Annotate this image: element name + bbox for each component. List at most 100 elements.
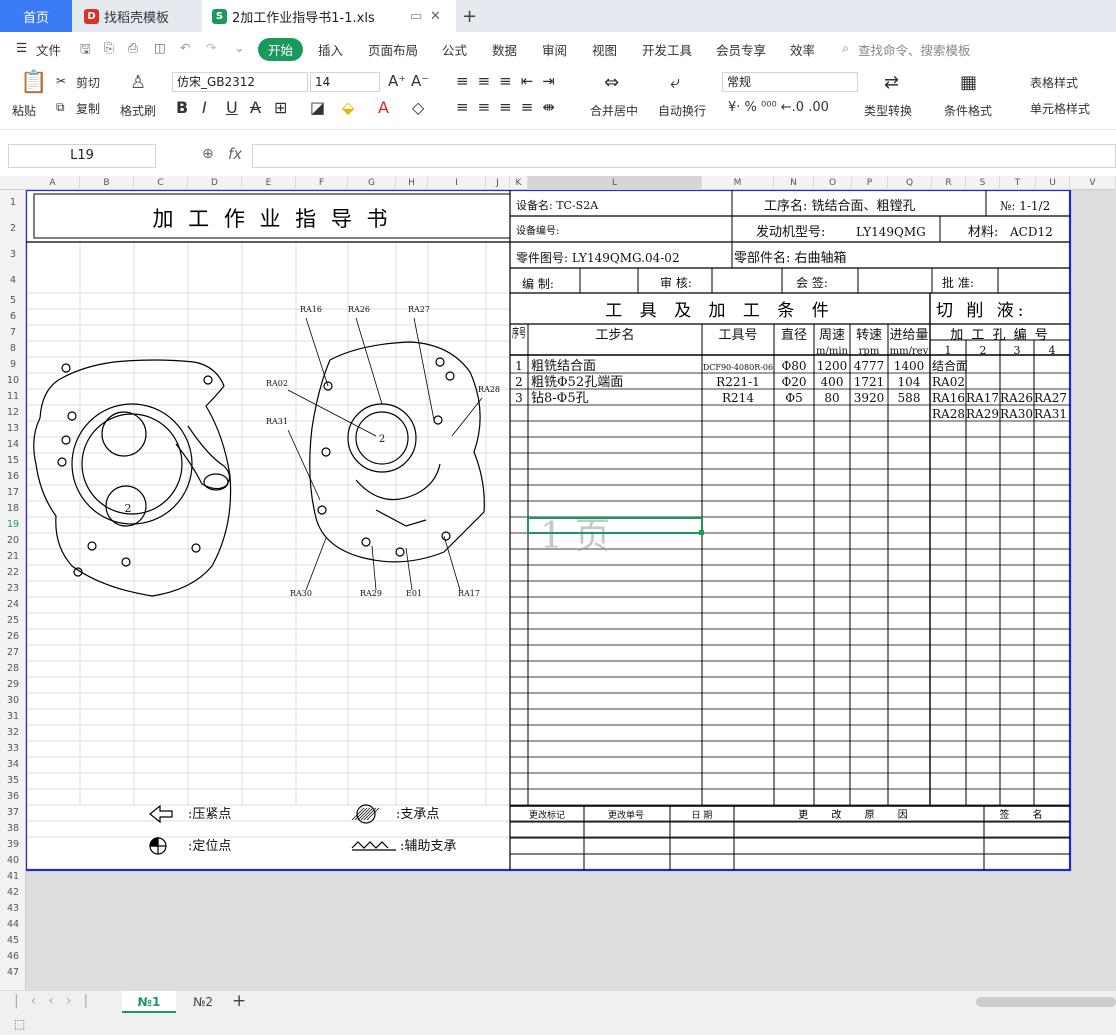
sheet-nav-icons[interactable]: |‹‹›| [14, 993, 100, 1009]
row-header[interactable]: 8 [0, 341, 26, 357]
column-header[interactable]: N [774, 176, 814, 190]
underline-icon[interactable]: U [226, 98, 238, 117]
cell-style-button[interactable]: 单元格样式 [1030, 100, 1090, 117]
row-header[interactable]: 25 [0, 613, 26, 629]
menu-member[interactable]: 会员专享 [716, 40, 766, 59]
number-format-select[interactable]: 常规 [722, 72, 858, 92]
cond-format-icon[interactable]: ▦ [960, 72, 977, 93]
row-header[interactable]: 11 [0, 389, 26, 405]
row-header[interactable]: 7 [0, 325, 26, 341]
column-header[interactable]: U [1036, 176, 1070, 190]
merge-icon[interactable]: ⇔ [604, 72, 619, 93]
row-header[interactable]: 38 [0, 821, 26, 837]
row-header[interactable]: 9 [0, 357, 26, 373]
font-color-icon[interactable]: A [378, 98, 389, 117]
column-header[interactable]: T [1000, 176, 1036, 190]
hamburger-icon[interactable]: ☰ [16, 40, 27, 55]
add-sheet-button[interactable]: + [232, 991, 246, 1011]
copy-button[interactable]: 复制 [76, 100, 100, 117]
number-icons[interactable]: ¥· % ⁰⁰⁰ ←.0 .00 [728, 100, 829, 115]
row-header[interactable]: 23 [0, 581, 26, 597]
row-header[interactable]: 24 [0, 597, 26, 613]
column-header[interactable]: D [188, 176, 242, 190]
row-header[interactable]: 37 [0, 805, 26, 821]
merge-button[interactable]: 合并居中 [590, 102, 638, 119]
sheet-area[interactable]: 加 工 作 业 指 导 书 设备名: TC-S2A 工序名: 铣结合面、粗镗孔 №: … [24, 188, 1116, 990]
menu-layout[interactable]: 页面布局 [368, 40, 418, 59]
row-header[interactable]: 16 [0, 469, 26, 485]
sheet-tab-1[interactable]: №1 [122, 991, 176, 1013]
cond-format-button[interactable]: 条件格式 [944, 102, 992, 119]
spreadsheet-grid[interactable]: ABCDEFGHIJKLMNOPQRSTUV 1 2 3 4 5 6 7 8 9 10 11 12 13… [0, 176, 1116, 990]
strike-icon[interactable]: A [250, 98, 261, 117]
row-header[interactable]: 34 [0, 757, 26, 773]
row-header[interactable]: 18 [0, 501, 26, 517]
copy-icon[interactable]: ⧉ [56, 100, 65, 115]
menu-data[interactable]: 数据 [492, 40, 517, 59]
column-header[interactable]: M [702, 176, 774, 190]
row-header[interactable]: 47 [0, 965, 26, 981]
redo-icon[interactable]: ↷ [206, 40, 216, 55]
row-header[interactable]: 4 [0, 268, 26, 293]
convert-icon[interactable]: ⇄ [884, 72, 899, 93]
row-header[interactable]: 32 [0, 725, 26, 741]
cut-button[interactable]: 剪切 [76, 74, 100, 91]
close-icon[interactable]: ✕ [430, 9, 441, 24]
format-painter-button[interactable]: 格式刷 [120, 102, 156, 119]
row-header[interactable]: 19 [0, 517, 26, 533]
menu-view[interactable]: 视图 [592, 40, 617, 59]
bold-icon[interactable]: B [176, 98, 188, 117]
sheet-tab-2[interactable]: №2 [176, 991, 230, 1013]
font-name-select[interactable]: 仿宋_GB2312 [172, 72, 308, 92]
column-header[interactable]: E [242, 176, 296, 190]
row-header[interactable]: 6 [0, 309, 26, 325]
menu-dev[interactable]: 开发工具 [642, 40, 692, 59]
menu-insert[interactable]: 插入 [318, 40, 343, 59]
row-header[interactable]: 21 [0, 549, 26, 565]
add-tab-button[interactable]: + [462, 0, 482, 32]
highlight-icon[interactable]: ⬙ [342, 98, 354, 117]
window-icon[interactable]: ▭ [410, 9, 422, 24]
preview-icon[interactable]: ◫ [154, 40, 166, 55]
column-header[interactable]: B [80, 176, 134, 190]
save-icon[interactable]: 🖫 [80, 40, 91, 61]
row-header[interactable]: 14 [0, 437, 26, 453]
row-header[interactable]: 1 [0, 190, 26, 216]
menu-efficiency[interactable]: 效率 [790, 40, 815, 59]
tab-daoke[interactable]: D 找稻壳模板 [74, 0, 200, 32]
row-header[interactable]: 15 [0, 453, 26, 469]
row-header[interactable]: 10 [0, 373, 26, 389]
column-header[interactable]: L [528, 176, 702, 190]
row-header[interactable]: 29 [0, 677, 26, 693]
row-header[interactable]: 45 [0, 933, 26, 949]
row-header[interactable]: 36 [0, 789, 26, 805]
cut-icon[interactable]: ✂ [56, 74, 66, 88]
tab-home[interactable]: 首页 [0, 0, 72, 32]
column-header[interactable]: I [428, 176, 486, 190]
row-header[interactable]: 22 [0, 565, 26, 581]
row-header[interactable]: 30 [0, 693, 26, 709]
column-header[interactable]: G [348, 176, 396, 190]
fx-icon[interactable]: fx [228, 145, 242, 163]
font-size-select[interactable]: 14 [310, 72, 380, 92]
row-header[interactable]: 26 [0, 629, 26, 645]
row-header[interactable]: 46 [0, 949, 26, 965]
table-style-button[interactable]: 表格样式 [1030, 74, 1078, 91]
column-header[interactable]: V [1070, 176, 1116, 190]
menu-review[interactable]: 审阅 [542, 40, 567, 59]
column-header[interactable]: Q [888, 176, 932, 190]
column-header[interactable]: A [26, 176, 80, 190]
column-header[interactable]: R [932, 176, 966, 190]
export-icon[interactable]: ⎘ [104, 40, 114, 56]
macro-icon[interactable]: ⬚ [14, 1017, 25, 1031]
type-convert-button[interactable]: 类型转换 [864, 102, 912, 119]
row-header[interactable]: 43 [0, 901, 26, 917]
menu-formula[interactable]: 公式 [442, 40, 467, 59]
eraser-icon[interactable]: ◇ [412, 98, 424, 117]
row-header[interactable]: 28 [0, 661, 26, 677]
format-painter-icon[interactable]: ♙ [130, 72, 146, 93]
horizontal-scrollbar[interactable] [976, 997, 1116, 1007]
tab-file[interactable]: S 2加工作业指导书1-1.xls ▭ ✕ [202, 0, 456, 32]
row-header[interactable]: 33 [0, 741, 26, 757]
print-icon[interactable]: ⎙ [128, 40, 138, 56]
